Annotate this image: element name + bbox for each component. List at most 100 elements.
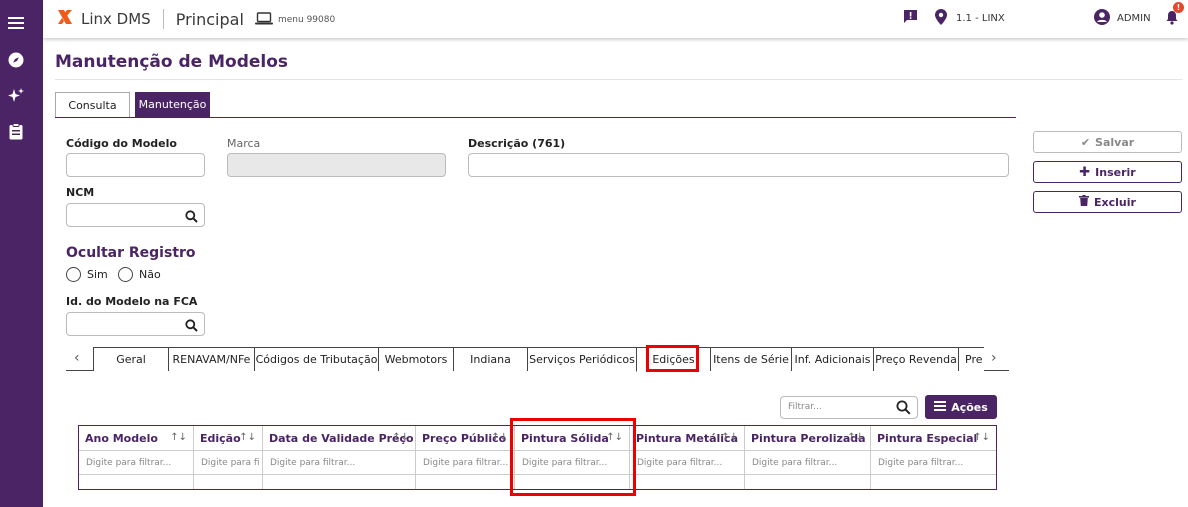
grid-header-pintura-perolizada[interactable]: Pintura Perolizada ↑↓ [745,426,870,451]
sidebar [0,0,43,507]
tab-manutencao[interactable]: Manutenção [135,92,210,117]
sort-icon[interactable]: ↑↓ [239,432,256,443]
subtab-truncated[interactable]: Pre [958,347,984,371]
user-avatar-icon [1094,9,1110,28]
fca-label: Id. do Modelo na FCA [66,295,198,308]
radio-nao-circle[interactable] [118,267,133,282]
grid-header-data-validade[interactable]: Data de Validade Preço ↑↓ [263,426,415,451]
plus-icon: ✚ [1079,164,1091,180]
search-icon[interactable] [896,400,911,419]
detail-tabs: ‹ Geral RENAVAM/NFe Códigos de Tributaçã… [66,346,1009,372]
inserir-button[interactable]: ✚ Inserir [1033,161,1182,183]
notification-badge: ! [1173,2,1184,13]
salvar-label: Salvar [1095,135,1135,149]
sort-icon[interactable]: ↑↓ [170,432,187,443]
subtab-inf-adicionais[interactable]: Inf. Adicionais [791,347,873,371]
subtab-servicos-periodicos[interactable]: Serviços Periódicos [527,347,636,371]
subtab-indiana[interactable]: Indiana [453,347,527,371]
subtab-edicoes[interactable]: Edições [636,347,710,372]
search-icon[interactable] [185,208,198,227]
feedback-button[interactable] [903,9,918,27]
module-name: Principal [175,9,244,29]
excluir-label: Excluir [1094,195,1136,209]
grid-column: Pintura Perolizada ↑↓ Digite para filtrar… [745,426,871,489]
acoes-button[interactable]: Ações [925,395,997,419]
subtab-renavam[interactable]: RENAVAM/NFe [168,347,254,371]
grid-filter-pintura-solida[interactable]: Digite para filtrar... [515,451,629,475]
grid-column: Preço Público ↑↓ Digite para filtrar... [416,426,515,489]
grid-header-edicao[interactable]: Edição ↑↓ [194,426,262,451]
salvar-button[interactable]: ✔ Salvar [1033,131,1182,153]
radio-nao-label: Não [139,268,161,281]
clipboard-icon[interactable] [6,121,26,141]
radio-nao[interactable]: Não [118,267,161,282]
page-title: Manutenção de Modelos [55,52,289,72]
tabs-divider [55,117,1016,118]
grid-filter-pintura-perolizada[interactable]: Digite para filtrar... [745,451,870,475]
sort-icon[interactable]: ↑↓ [973,432,990,443]
trash-icon [1079,195,1090,209]
acoes-label: Ações [951,400,988,414]
subtab-webmotors[interactable]: Webmotors [378,347,453,371]
subtab-geral[interactable]: Geral [93,347,168,371]
user-menu[interactable]: ADMIN [1094,9,1151,28]
codigo-modelo-label: Código do Modelo [66,137,177,150]
map-pin-icon [935,9,947,28]
sort-icon[interactable]: ↑↓ [606,432,623,443]
grid-header-pintura-especial[interactable]: Pintura Especial ↑↓ [871,426,996,451]
grid-filter-placeholder: Filtrar... [788,402,822,412]
grid-header-ano-modelo[interactable]: Ano Modelo ↑↓ [79,426,193,451]
grid-column: Data de Validade Preço ↑↓ Digite para fil… [263,426,416,489]
codigo-modelo-input[interactable] [66,153,205,177]
grid-column: Pintura Sólida ↑↓ Digite para filtrar... [515,426,630,489]
grid-filter-pintura-metalica[interactable]: Digite para filtrar... [630,451,744,475]
ncm-input[interactable] [66,203,205,227]
feedback-icon [903,9,918,27]
inserir-label: Inserir [1095,165,1136,179]
radio-sim-circle[interactable] [66,267,81,282]
grid-header-pintura-metalica[interactable]: Pintura Metálica ↑↓ [630,426,744,451]
location-selector[interactable]: 1.1 - LINX [935,9,1005,28]
grid-filter-ano-modelo[interactable]: Digite para filtrar... [79,451,193,475]
chevron-right-icon[interactable]: › [991,350,997,366]
location-label: 1.1 - LINX [956,13,1005,24]
sort-icon[interactable]: ↑↓ [392,432,409,443]
grid-filter-pintura-especial[interactable]: Digite para filtrar... [871,451,996,475]
chevron-left-icon[interactable]: ‹ [74,350,80,366]
grid-column: Ano Modelo ↑↓ Digite para filtrar... [79,426,194,489]
sort-icon[interactable]: ↑↓ [847,432,864,443]
menu-hamburger-icon[interactable] [6,13,26,33]
brand-divider [162,9,164,29]
editions-grid: Ano Modelo ↑↓ Digite para filtrar... Ediç… [78,425,997,490]
grid-filter-data-validade[interactable]: Digite para filtrar... [263,451,415,475]
descricao-input[interactable] [468,153,1009,177]
tab-consulta[interactable]: Consulta [55,92,130,117]
subtab-itens-serie[interactable]: Itens de Série [710,347,791,371]
brand: Linx DMS Principal [55,7,244,31]
ncm-label: NCM [66,186,95,199]
grid-header-preco-publico[interactable]: Preço Público ↑↓ [416,426,514,451]
title-divider [55,79,1182,80]
grid-column: Pintura Metálica ↑↓ Digite para filtrar..… [630,426,745,489]
grid-filter-input[interactable]: Filtrar... [780,396,918,419]
sort-icon[interactable]: ↑↓ [721,432,738,443]
grid-column: Edição ↑↓ Digite para fi [194,426,263,489]
excluir-button[interactable]: Excluir [1033,191,1182,213]
search-icon[interactable] [185,317,198,336]
grid-header-pintura-solida[interactable]: Pintura Sólida ↑↓ [515,426,629,451]
subtab-codigos-tributacao[interactable]: Códigos de Tributação [254,347,378,371]
sort-icon[interactable]: ↑↓ [491,432,508,443]
compass-icon[interactable] [6,50,26,70]
notifications-button[interactable]: ! [1165,2,1184,29]
ocultar-registro-label: Ocultar Registro [66,245,196,261]
check-icon: ✔ [1080,135,1091,149]
radio-sim[interactable]: Sim [66,267,108,282]
grid-filter-preco-publico[interactable]: Digite para filtrar... [416,451,514,475]
sparkle-icon[interactable] [6,86,26,106]
grid-filter-edicao[interactable]: Digite para fi [194,451,262,475]
subtab-preco-revenda[interactable]: Preço Revenda [873,347,958,371]
radio-sim-label: Sim [87,268,108,281]
fca-input[interactable] [66,312,205,336]
menu-indicator[interactable]: menu 99080 [255,12,335,28]
laptop-icon [255,12,273,28]
